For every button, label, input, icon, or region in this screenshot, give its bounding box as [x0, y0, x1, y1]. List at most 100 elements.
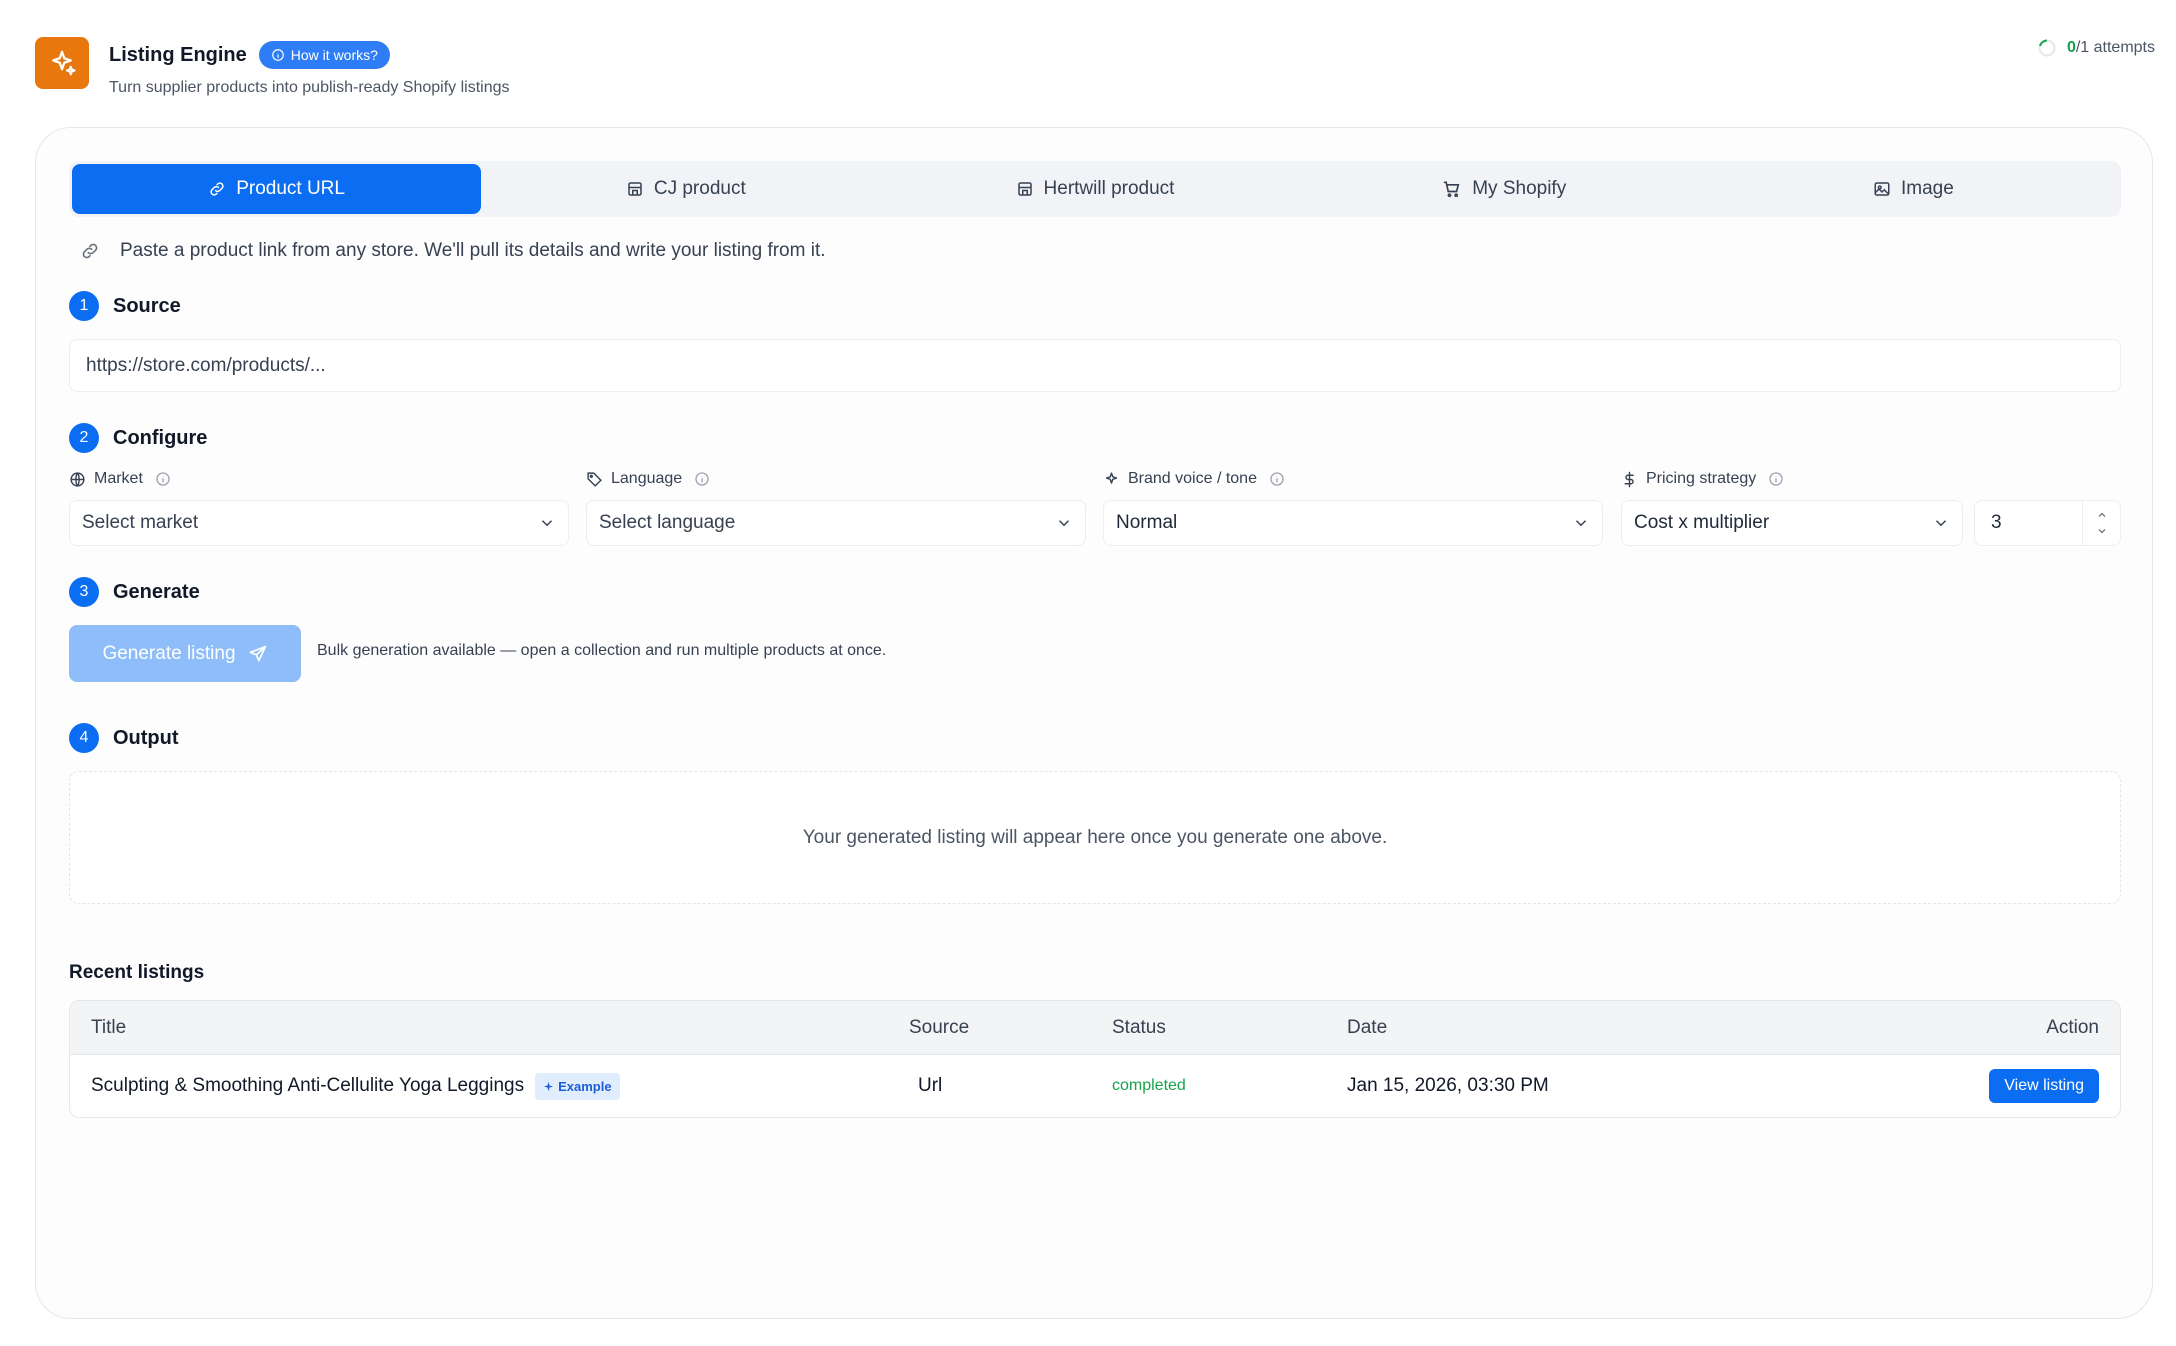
brand-voice-label-text: Brand voice / tone — [1128, 470, 1257, 487]
listing-status: completed — [1112, 1077, 1186, 1094]
market-select-value: Select market — [82, 512, 199, 533]
image-icon — [1874, 182, 1890, 196]
source-hint: Paste a product link from any store. We'… — [80, 240, 826, 262]
link-icon — [210, 182, 224, 196]
store-icon — [1017, 182, 1032, 196]
chevron-down-icon[interactable] — [2096, 525, 2108, 537]
info-icon[interactable] — [1768, 471, 1784, 487]
app-subtitle: Turn supplier products into publish-read… — [109, 79, 510, 96]
source-tabs: Product URL CJ product Hertwill product … — [69, 161, 2121, 217]
step-number: 3 — [69, 577, 99, 607]
step-source: 1 Source — [69, 291, 181, 321]
pricing-strategy-select[interactable]: Cost x multiplier — [1621, 500, 1963, 546]
product-url-input[interactable]: https://store.com/products/... — [69, 339, 2121, 392]
market-label-text: Market — [94, 470, 143, 487]
pricing-strategy-select-value: Cost x multiplier — [1634, 512, 1770, 533]
app-header: Listing Engine How it works? Turn suppli… — [35, 37, 510, 97]
language-label: Language — [586, 470, 710, 488]
brand-voice-select[interactable]: Normal — [1103, 500, 1603, 546]
info-icon[interactable] — [1269, 471, 1285, 487]
pricing-strategy-label-text: Pricing strategy — [1646, 470, 1757, 487]
step-generate: 3 Generate — [69, 577, 200, 607]
step-label: Configure — [113, 426, 208, 449]
view-listing-button[interactable]: View listing — [1989, 1069, 2099, 1103]
step-number: 1 — [69, 291, 99, 321]
chevron-up-icon[interactable] — [2096, 509, 2108, 521]
store-icon — [628, 182, 642, 196]
tab-product-url[interactable]: Product URL — [72, 164, 482, 214]
globe-icon — [70, 471, 85, 487]
listing-source: Url — [918, 1075, 943, 1096]
how-it-works-button[interactable]: How it works? — [258, 41, 390, 69]
generate-listing-button[interactable]: Generate listing — [69, 625, 301, 682]
sparkles-icon — [1105, 471, 1118, 484]
col-action: Action — [2046, 1016, 2099, 1038]
col-date: Date — [1347, 1016, 1388, 1038]
link-icon — [82, 243, 98, 259]
info-icon[interactable] — [694, 471, 710, 487]
chevron-down-icon — [1935, 520, 1947, 527]
chevron-down-icon — [1058, 520, 1070, 527]
generate-button-label: Generate listing — [102, 642, 236, 664]
output-placeholder: Your generated listing will appear here … — [69, 771, 2121, 904]
info-icon[interactable] — [155, 471, 171, 487]
multiplier-stepper[interactable] — [2082, 501, 2120, 545]
attempts-used: 0 — [2066, 39, 2076, 56]
language-select[interactable]: Select language — [586, 500, 1086, 546]
recent-listings-title: Recent listings — [69, 962, 205, 983]
app-title: Listing Engine — [109, 43, 247, 66]
hint-text: Paste a product link from any store. We'… — [120, 240, 826, 261]
step-number: 4 — [69, 723, 99, 753]
recent-listings-table: Title Source Status Date Action Sculptin… — [69, 1000, 2121, 1118]
tab-cj-product[interactable]: CJ product — [481, 164, 890, 214]
step-label: Source — [113, 294, 181, 317]
tab-label: Image — [1901, 178, 1954, 199]
language-select-value: Select language — [599, 512, 736, 533]
attempts-counter: 0/1 attempts — [2037, 38, 2155, 58]
url-placeholder: https://store.com/products/... — [86, 354, 326, 376]
tab-hertwill-product[interactable]: Hertwill product — [890, 164, 1299, 214]
pricing-strategy-label: Pricing strategy — [1621, 470, 1784, 488]
step-label: Output — [113, 726, 179, 749]
language-label-text: Language — [611, 470, 683, 487]
market-label: Market — [69, 470, 171, 488]
example-badge: Example — [535, 1072, 620, 1100]
table-header: Title Source Status Date Action — [70, 1001, 2120, 1055]
output-empty-text: Your generated listing will appear here … — [802, 826, 1388, 848]
tag-icon — [587, 471, 602, 487]
dollar-icon — [1624, 471, 1634, 487]
tab-label: Hertwill product — [1043, 178, 1175, 199]
row-title-cell: Sculpting & Smoothing Anti-Cellulite Yog… — [91, 1055, 620, 1117]
col-status: Status — [1112, 1016, 1166, 1038]
sparkle-icon — [543, 1081, 554, 1091]
multiplier-value: 3 — [1991, 512, 2002, 533]
attempts-total: /1 attempts — [2075, 39, 2155, 56]
tab-label: CJ product — [653, 178, 746, 199]
progress-ring-icon — [2038, 39, 2056, 57]
chevron-down-icon — [541, 520, 553, 527]
tab-my-shopify[interactable]: My Shopify — [1300, 164, 1709, 214]
bulk-generation-note: Bulk generation available — open a colle… — [317, 642, 887, 659]
tab-label: Product URL — [236, 178, 345, 199]
tab-label: My Shopify — [1472, 178, 1567, 199]
sparkles-logo-icon — [35, 37, 89, 89]
send-icon — [249, 645, 266, 661]
tab-image[interactable]: Image — [1709, 164, 2118, 214]
step-label: Generate — [113, 580, 200, 603]
cart-icon — [1443, 181, 1460, 198]
multiplier-input[interactable]: 3 — [1974, 500, 2121, 546]
brand-voice-label: Brand voice / tone — [1103, 470, 1285, 488]
step-configure: 2 Configure — [69, 423, 207, 453]
market-select[interactable]: Select market — [69, 500, 569, 546]
col-source: Source — [909, 1016, 970, 1038]
table-row: Sculpting & Smoothing Anti-Cellulite Yog… — [70, 1055, 2120, 1117]
col-title: Title — [91, 1016, 127, 1038]
chevron-down-icon — [1575, 520, 1587, 527]
listing-title: Sculpting & Smoothing Anti-Cellulite Yog… — [91, 1075, 525, 1096]
brand-voice-select-value: Normal — [1116, 512, 1178, 533]
main-card: Product URL CJ product Hertwill product … — [35, 127, 2153, 1319]
info-icon — [271, 49, 284, 61]
example-badge-label: Example — [558, 1078, 612, 1094]
step-output: 4 Output — [69, 723, 179, 753]
step-number: 2 — [69, 423, 99, 453]
